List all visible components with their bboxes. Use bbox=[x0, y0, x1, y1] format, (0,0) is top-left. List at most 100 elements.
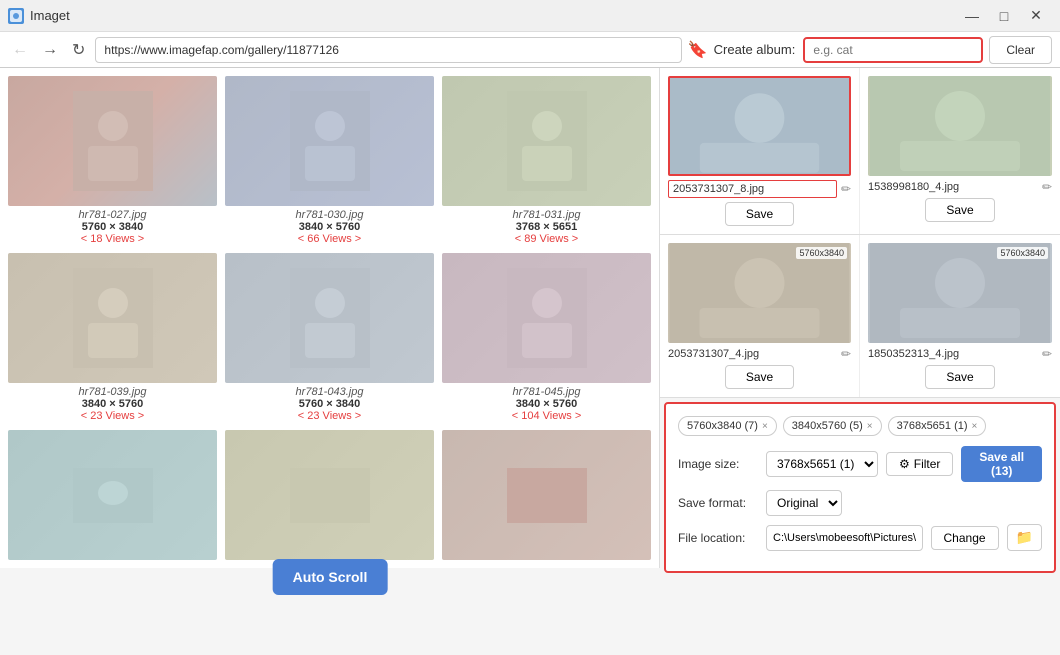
filter-tag-label-3: 3768x5651 (1) bbox=[897, 420, 968, 432]
filter-file-location-row: File location: Change 📁 bbox=[678, 524, 1042, 551]
app-icon bbox=[8, 8, 24, 24]
list-item bbox=[442, 430, 651, 560]
edit-icon-2[interactable]: ✏ bbox=[1042, 180, 1052, 194]
saved-thumb-4[interactable]: 5760x3840 bbox=[868, 243, 1052, 343]
gallery-dims: 5760 × 3840 bbox=[79, 221, 147, 233]
thumb-image bbox=[8, 76, 217, 206]
clear-button[interactable]: Clear bbox=[989, 36, 1052, 64]
filter-tag-remove-1[interactable]: × bbox=[762, 421, 768, 432]
thumb-image bbox=[8, 430, 217, 560]
saved-filename-2: 1538998180_4.jpg bbox=[868, 181, 1038, 193]
right-panel: 2053731307_8.jpg ✏ Save 1538998180_4.jpg… bbox=[660, 68, 1060, 655]
gallery-grid: hr781-027.jpg 5760 × 3840 < 18 Views > bbox=[8, 76, 651, 560]
gallery-filename: hr781-045.jpg bbox=[512, 386, 582, 398]
list-item: hr781-030.jpg 3840 × 5760 < 66 Views > bbox=[225, 76, 434, 245]
saved-thumb-3[interactable]: 5760x3840 bbox=[668, 243, 851, 343]
filter-tag-1[interactable]: 5760x3840 (7) × bbox=[678, 416, 777, 436]
gallery-dims: 3840 × 5760 bbox=[296, 221, 364, 233]
back-button[interactable]: ← bbox=[8, 39, 32, 61]
gallery-info: hr781-045.jpg 3840 × 5760 < 104 Views > bbox=[512, 386, 582, 422]
gallery-views[interactable]: < 104 Views > bbox=[512, 410, 582, 422]
folder-button[interactable]: 📁 bbox=[1007, 524, 1042, 551]
filter-button[interactable]: ⚙ Filter bbox=[886, 452, 953, 476]
gallery-views[interactable]: < 89 Views > bbox=[513, 233, 581, 245]
list-item bbox=[225, 430, 434, 560]
filter-panel: 5760x3840 (7) × 3840x5760 (5) × 3768x565… bbox=[664, 402, 1056, 573]
bookmark-button[interactable]: 🔖 bbox=[688, 40, 708, 60]
thumb-image bbox=[442, 430, 651, 560]
gallery-views[interactable]: < 23 Views > bbox=[79, 410, 147, 422]
save-all-button[interactable]: Save all (13) bbox=[961, 446, 1042, 482]
gallery-thumb[interactable] bbox=[442, 253, 651, 383]
gallery-views[interactable]: < 66 Views > bbox=[296, 233, 364, 245]
saved-filename-row: 1538998180_4.jpg ✏ bbox=[868, 180, 1052, 194]
filter-tag-label-1: 5760x3840 (7) bbox=[687, 420, 758, 432]
save-button-2[interactable]: Save bbox=[925, 198, 994, 222]
file-location-label: File location: bbox=[678, 531, 758, 545]
filter-tag-label-2: 3840x5760 (5) bbox=[792, 420, 863, 432]
saved-filename-4: 1850352313_4.jpg bbox=[868, 348, 1038, 360]
gallery-dims: 3840 × 5760 bbox=[512, 398, 582, 410]
image-size-select[interactable]: 3768x5651 (1) 5760x3840 (7) 3840x5760 (5… bbox=[766, 451, 878, 477]
list-item: 2053731307_8.jpg ✏ Save bbox=[660, 68, 860, 234]
file-location-input[interactable] bbox=[766, 525, 923, 551]
save-button-3[interactable]: Save bbox=[725, 365, 794, 389]
list-item bbox=[8, 430, 217, 560]
window-controls: — □ ✕ bbox=[956, 0, 1052, 32]
dims-badge-4: 5760x3840 bbox=[997, 247, 1048, 259]
create-album-label: Create album: bbox=[714, 42, 796, 57]
filter-tag-remove-2[interactable]: × bbox=[867, 421, 873, 432]
list-item: 1538998180_4.jpg ✏ Save bbox=[860, 68, 1060, 234]
filter-tag-3[interactable]: 3768x5651 (1) × bbox=[888, 416, 987, 436]
close-button[interactable]: ✕ bbox=[1020, 0, 1052, 32]
maximize-button[interactable]: □ bbox=[988, 0, 1020, 32]
gallery-filename: hr781-039.jpg bbox=[79, 386, 147, 398]
dims-badge-3: 5760x3840 bbox=[796, 247, 847, 259]
image-size-label: Image size: bbox=[678, 457, 758, 471]
gallery-dims: 3840 × 5760 bbox=[79, 398, 147, 410]
gallery-views[interactable]: < 18 Views > bbox=[79, 233, 147, 245]
main-content: hr781-027.jpg 5760 × 3840 < 18 Views > bbox=[0, 68, 1060, 655]
thumb-image bbox=[8, 253, 217, 383]
thumb-image bbox=[225, 253, 434, 383]
filter-tag-2[interactable]: 3840x5760 (5) × bbox=[783, 416, 882, 436]
list-item: hr781-039.jpg 3840 × 5760 < 23 Views > bbox=[8, 253, 217, 422]
filter-tag-remove-3[interactable]: × bbox=[972, 421, 978, 432]
filter-icon: ⚙ bbox=[899, 457, 910, 471]
gallery-thumb[interactable] bbox=[225, 253, 434, 383]
create-album-input[interactable] bbox=[803, 37, 983, 63]
gallery-thumb[interactable] bbox=[225, 76, 434, 206]
edit-icon-4[interactable]: ✏ bbox=[1042, 347, 1052, 361]
gallery-thumb[interactable] bbox=[8, 253, 217, 383]
saved-filename-1: 2053731307_8.jpg bbox=[668, 180, 837, 198]
gallery-info: hr781-030.jpg 3840 × 5760 < 66 Views > bbox=[296, 209, 364, 245]
change-button[interactable]: Change bbox=[931, 526, 999, 550]
edit-icon-1[interactable]: ✏ bbox=[841, 182, 851, 196]
filter-image-size-row: Image size: 3768x5651 (1) 5760x3840 (7) … bbox=[678, 446, 1042, 482]
edit-icon-3[interactable]: ✏ bbox=[841, 347, 851, 361]
saved-items-top: 2053731307_8.jpg ✏ Save 1538998180_4.jpg… bbox=[660, 68, 1060, 235]
forward-button[interactable]: → bbox=[38, 39, 62, 61]
filter-tags: 5760x3840 (7) × 3840x5760 (5) × 3768x565… bbox=[678, 416, 1042, 436]
list-item: hr781-027.jpg 5760 × 3840 < 18 Views > bbox=[8, 76, 217, 245]
gallery-thumb[interactable] bbox=[442, 430, 651, 560]
gallery-thumb[interactable] bbox=[8, 76, 217, 206]
reload-button[interactable]: ↻ bbox=[68, 38, 89, 62]
gallery-filename: hr781-027.jpg bbox=[79, 209, 147, 221]
save-button-1[interactable]: Save bbox=[725, 202, 794, 226]
saved-filename-row: 2053731307_4.jpg ✏ bbox=[668, 347, 851, 361]
url-input[interactable] bbox=[95, 37, 681, 63]
save-format-select[interactable]: Original JPEG PNG WebP bbox=[766, 490, 842, 516]
saved-thumb-2[interactable] bbox=[868, 76, 1052, 176]
gallery-thumb[interactable] bbox=[8, 430, 217, 560]
gallery-views[interactable]: < 23 Views > bbox=[296, 410, 364, 422]
gallery-thumb[interactable] bbox=[225, 430, 434, 560]
title-bar: Imaget — □ ✕ bbox=[0, 0, 1060, 32]
saved-filename-row: 2053731307_8.jpg ✏ bbox=[668, 180, 851, 198]
auto-scroll-button[interactable]: Auto Scroll bbox=[273, 559, 388, 595]
gallery-thumb[interactable] bbox=[442, 76, 651, 206]
save-button-4[interactable]: Save bbox=[925, 365, 994, 389]
saved-thumb-1[interactable] bbox=[668, 76, 851, 176]
minimize-button[interactable]: — bbox=[956, 0, 988, 32]
saved-filename-row: 1850352313_4.jpg ✏ bbox=[868, 347, 1052, 361]
